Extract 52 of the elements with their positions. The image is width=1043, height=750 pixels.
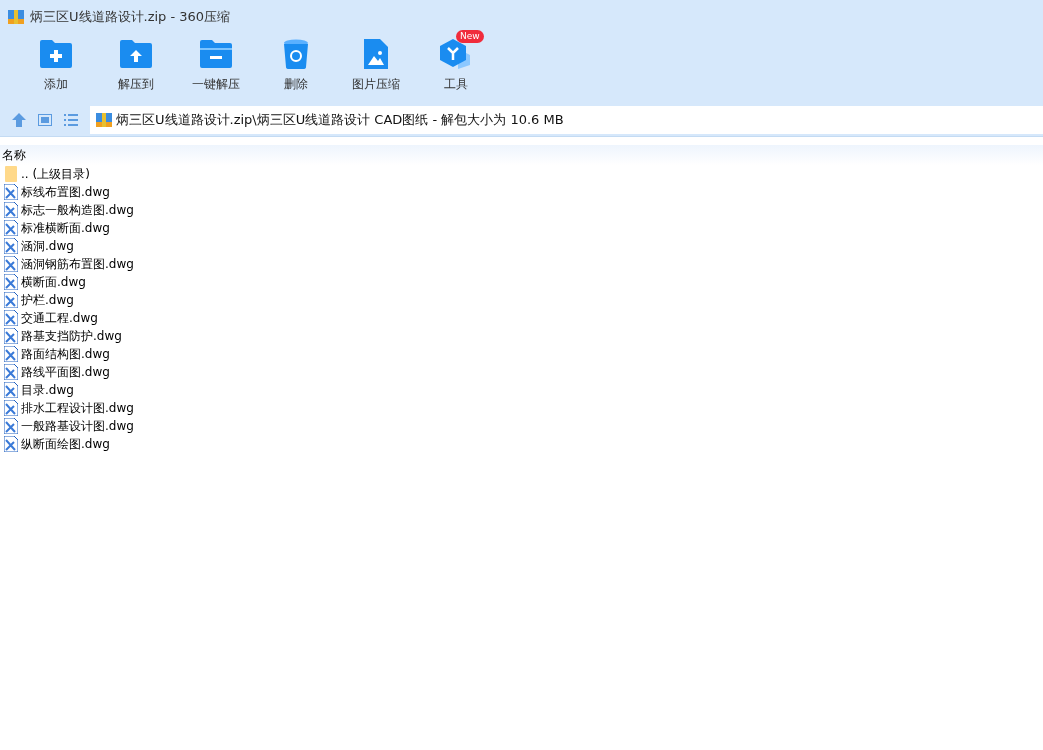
drawing-file-icon: [4, 256, 18, 272]
thumbnail-view-icon[interactable]: [38, 114, 52, 126]
image-file-icon: [364, 39, 388, 69]
folder-plus-icon: [40, 40, 72, 68]
file-name[interactable]: 标线布置图.dwg: [21, 183, 110, 201]
file-name[interactable]: 路基支挡防护.dwg: [21, 327, 122, 345]
folder-minus-icon: [200, 40, 232, 68]
toolbar-button[interactable]: 一键解压: [176, 34, 256, 104]
column-header[interactable]: 名称: [2, 146, 26, 164]
drawing-file-icon: [4, 364, 18, 380]
toolbar-button[interactable]: 图片压缩: [336, 34, 416, 104]
archive-icon: [96, 112, 112, 128]
file-name[interactable]: 纵断面绘图.dwg: [21, 435, 110, 453]
drawing-file-icon: [4, 184, 18, 200]
drawing-file-icon: [4, 292, 18, 308]
file-name[interactable]: 护栏.dwg: [21, 291, 74, 309]
file-name[interactable]: 目录.dwg: [21, 381, 74, 399]
archive-icon: [8, 9, 24, 25]
file-name[interactable]: 交通工程.dwg: [21, 309, 98, 327]
drawing-file-icon: [4, 310, 18, 326]
drawing-file-icon: [4, 238, 18, 254]
drawing-file-icon: [4, 436, 18, 452]
file-name[interactable]: 路线平面图.dwg: [21, 363, 110, 381]
up-arrow-icon[interactable]: [12, 113, 26, 127]
toolbar-button[interactable]: 添加: [16, 34, 96, 104]
file-name[interactable]: 涵洞钢筋布置图.dwg: [21, 255, 134, 273]
file-name[interactable]: 标准横断面.dwg: [21, 219, 110, 237]
new-badge: New: [456, 30, 484, 43]
file-name[interactable]: 标志一般构造图.dwg: [21, 201, 134, 219]
drawing-file-icon: [4, 274, 18, 290]
list-view-icon[interactable]: [64, 114, 78, 126]
file-name[interactable]: .. (上级目录): [21, 165, 90, 183]
drawing-file-icon: [4, 382, 18, 398]
window-title: 炳三区U线道路设计.zip - 360压缩: [30, 8, 231, 26]
folder-upload-icon: [120, 40, 152, 68]
drawing-file-icon: [4, 328, 18, 344]
toolbar-button[interactable]: 删除: [256, 34, 336, 104]
folder-icon: [4, 166, 18, 182]
drawing-file-icon: [4, 202, 18, 218]
drawing-file-icon: [4, 418, 18, 434]
recycle-bin-icon: [283, 39, 309, 69]
file-name[interactable]: 一般路基设计图.dwg: [21, 417, 134, 435]
file-name[interactable]: 横断面.dwg: [21, 273, 86, 291]
drawing-file-icon: [4, 400, 18, 416]
file-name[interactable]: 涵洞.dwg: [21, 237, 74, 255]
toolbar-button[interactable]: 解压到: [96, 34, 176, 104]
tools-cube-icon: [440, 39, 472, 69]
drawing-file-icon: [4, 346, 18, 362]
address-bar[interactable]: 炳三区U线道路设计.zip\炳三区U线道路设计 CAD图纸 - 解包大小为 10.6 MB: [90, 106, 1043, 134]
file-name[interactable]: 排水工程设计图.dwg: [21, 399, 134, 417]
file-name[interactable]: 路面结构图.dwg: [21, 345, 110, 363]
drawing-file-icon: [4, 220, 18, 236]
